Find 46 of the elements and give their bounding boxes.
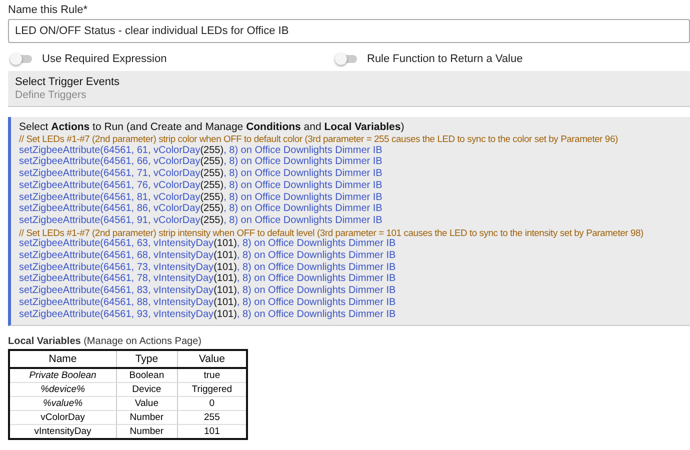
- section-title: Local Variables (Manage on Actions Page): [8, 336, 202, 348]
- action-line: setZigbeeAttribute(64561, 68, vIntensityDay(101), 8) on Office Downlights Dimmer IB: [19, 250, 396, 262]
- action-line: setZigbeeAttribute(64561, 76, vColorDay(255), 8) on Office Downlights Dimmer IB: [19, 180, 382, 192]
- table-cell: Triggered: [177, 382, 247, 397]
- action-line: setZigbeeAttribute(64561, 93, vIntensityDay(101), 8) on Office Downlights Dimmer IB: [19, 308, 396, 320]
- table-cell: vIntensityDay: [9, 424, 116, 440]
- field-label: Name this Rule*: [8, 4, 88, 16]
- toggle-switch[interactable]: [337, 55, 357, 63]
- column-header: Value: [177, 350, 247, 368]
- table-cell: Device: [116, 382, 178, 397]
- trigger-panel[interactable]: Select Trigger Events Define Triggers: [8, 71, 690, 107]
- action-line: setZigbeeAttribute(64561, 78, vIntensityDay(101), 8) on Office Downlights Dimmer IB: [19, 273, 396, 286]
- action-line: setZigbeeAttribute(64561, 71, vColorDay(255), 8) on Office Downlights Dimmer IB: [19, 168, 382, 180]
- table-cell: Number: [116, 424, 178, 440]
- action-line: setZigbeeAttribute(64561, 91, vColorDay(255), 8) on Office Downlights Dimmer IB: [19, 214, 382, 227]
- table-cell: Value: [116, 396, 178, 411]
- action-line: setZigbeeAttribute(64561, 63, vIntensityDay(101), 8) on Office Downlights Dimmer IB: [19, 238, 396, 250]
- panel-title: Select Trigger Events: [15, 76, 121, 88]
- column-header: Type: [116, 350, 178, 368]
- table-cell: true: [177, 368, 247, 383]
- panel-subtitle: Define Triggers: [15, 89, 88, 101]
- actions-panel[interactable]: [8, 117, 690, 326]
- table-cell: 101: [177, 424, 247, 440]
- toggle-label: Use Required Expression: [42, 53, 167, 65]
- toggle-label: Rule Function to Return a Value: [367, 53, 523, 65]
- comment-line: // Set LEDs #1-#7 (2nd parameter) strip color when OFF to default color (3rd parameter = 255 causes the LED to sync to the color set by Parameter 96): [19, 133, 618, 145]
- action-line: setZigbeeAttribute(64561, 86, vColorDay(255), 8) on Office Downlights Dimmer IB: [19, 203, 382, 215]
- rule-name-field[interactable]: LED ON/OFF Status - clear individual LEDs for Office IB: [8, 19, 690, 43]
- action-line: setZigbeeAttribute(64561, 66, vColorDay(255), 8) on Office Downlights Dimmer IB: [19, 156, 382, 168]
- comment-line: // Set LEDs #1-#7 (2nd parameter) strip intensity when OFF to default level (3rd parameter = 101 causes the LED to sync to the intensity set by Parameter 98): [19, 226, 644, 238]
- table-cell: Number: [116, 410, 178, 425]
- action-line: setZigbeeAttribute(64561, 61, vColorDay(255), 8) on Office Downlights Dimmer IB: [19, 144, 382, 156]
- toggle-switch[interactable]: [12, 55, 32, 63]
- column-header: Name: [9, 350, 116, 368]
- table-cell: Private Boolean: [9, 368, 116, 383]
- table-cell: Boolean: [116, 368, 178, 383]
- table-cell: vColorDay: [9, 410, 116, 425]
- action-line: setZigbeeAttribute(64561, 88, vIntensityDay(101), 8) on Office Downlights Dimmer IB: [19, 296, 396, 309]
- panel-title: Select Actions to Run (and Create and Manage Conditions and Local Variables): [19, 121, 406, 133]
- action-line: setZigbeeAttribute(64561, 73, vIntensityDay(101), 8) on Office Downlights Dimmer IB: [19, 262, 396, 274]
- table-cell: 255: [177, 410, 247, 425]
- table-cell: %device%: [9, 382, 116, 397]
- action-line: setZigbeeAttribute(64561, 81, vColorDay(255), 8) on Office Downlights Dimmer IB: [19, 192, 382, 204]
- table-cell: %value%: [9, 396, 116, 411]
- table-cell: 0: [177, 396, 247, 411]
- action-line: setZigbeeAttribute(64561, 83, vIntensityDay(101), 8) on Office Downlights Dimmer IB: [19, 285, 396, 297]
